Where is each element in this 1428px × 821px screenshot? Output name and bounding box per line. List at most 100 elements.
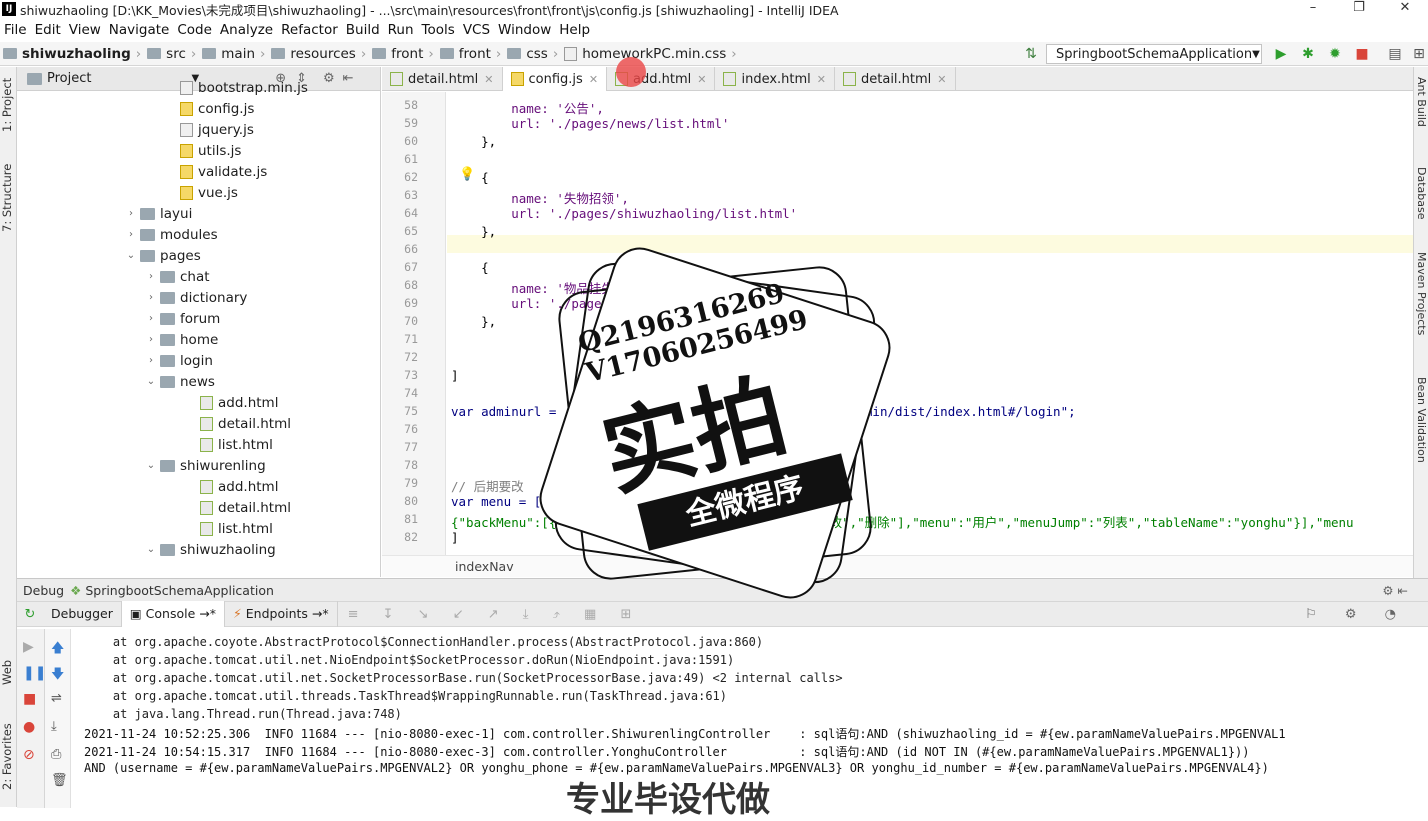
tree-item[interactable]: detail.html [182, 497, 291, 518]
sort-icon[interactable]: ⇅ [1022, 45, 1040, 63]
menu-file[interactable]: File [0, 22, 31, 38]
close-icon[interactable]: ✕ [937, 73, 946, 86]
scroll-end-icon[interactable]: ⤓ [51, 719, 57, 734]
expand-arrow-icon[interactable]: › [142, 292, 160, 303]
tab-detail-html-2[interactable]: detail.html ✕ [835, 67, 956, 91]
tab-endpoints[interactable]: ⚡ Endpoints →* [225, 601, 338, 627]
menu-window[interactable]: Window [494, 22, 555, 38]
tree-item[interactable]: › chat [142, 266, 210, 287]
breadcrumb-file[interactable]: homeworkPC.min.css › [561, 46, 739, 62]
menu-build[interactable]: Build [342, 22, 384, 38]
tree-item[interactable]: add.html [182, 476, 278, 497]
menu-code[interactable]: Code [173, 22, 216, 38]
run-config-select[interactable]: SpringbootSchemaApplication ▼ [1046, 44, 1262, 64]
menu-navigate[interactable]: Navigate [105, 22, 174, 38]
breadcrumb-project[interactable]: shiwuzhaoling › [0, 46, 144, 62]
tab-console[interactable]: ▣ Console →* [121, 601, 225, 627]
tree-item[interactable]: ⌄ shiwuzhaoling [142, 539, 276, 560]
gear-icon[interactable]: ⚙ ⇤ [1382, 583, 1408, 598]
tab-structure[interactable]: 7: Structure [0, 163, 17, 233]
rerun-icon[interactable]: ↻ [17, 607, 43, 622]
expand-arrow-icon[interactable]: › [142, 313, 160, 324]
tree-item[interactable]: ⌄ shiwurenling [142, 455, 266, 476]
tree-item[interactable]: validate.js [162, 161, 267, 182]
expand-arrow-icon[interactable]: › [142, 334, 160, 345]
tab-favorites[interactable]: 2: Favorites [0, 717, 17, 797]
tab-project[interactable]: 1: Project [0, 75, 17, 135]
tree-item[interactable]: add.html [182, 392, 278, 413]
menu-view[interactable]: View [65, 22, 105, 38]
maximize-icon[interactable]: ❐ [1336, 0, 1382, 16]
menu-tools[interactable]: Tools [418, 22, 459, 38]
expand-arrow-icon[interactable]: ⌄ [142, 376, 160, 387]
tab-bean-validation[interactable]: Bean Validation [1413, 377, 1428, 477]
breakpoints-icon[interactable]: ● [23, 719, 35, 735]
close-icon[interactable]: ✕ [484, 73, 493, 86]
menu-refactor[interactable]: Refactor [277, 22, 342, 38]
tree-item[interactable]: list.html [182, 518, 273, 539]
menu-edit[interactable]: Edit [31, 22, 65, 38]
lightbulb-icon[interactable]: 💡 [459, 167, 475, 182]
coverage-icon[interactable]: ✹ [1326, 45, 1344, 63]
tree-item[interactable]: bootstrap.min.js [162, 77, 308, 98]
tree-item[interactable]: › forum [142, 308, 220, 329]
tree-item[interactable]: config.js [162, 98, 254, 119]
tree-item[interactable]: › home [142, 329, 218, 350]
gear-icon[interactable]: ⚙ [323, 71, 335, 86]
down-arrow-icon[interactable]: 🡇 [51, 665, 64, 687]
hide-icon[interactable]: ⇤ [343, 71, 354, 86]
tab-debugger[interactable]: Debugger [43, 601, 122, 627]
menu-run[interactable]: Run [384, 22, 418, 38]
project-structure-icon[interactable]: ▤ [1386, 45, 1404, 63]
tree-item[interactable]: ⌄ news [142, 371, 215, 392]
tab-index-html[interactable]: index.html ✕ [715, 67, 835, 91]
up-arrow-icon[interactable]: 🡅 [51, 639, 64, 661]
tree-item[interactable]: › login [142, 350, 213, 371]
breadcrumb-main[interactable]: main › [199, 46, 268, 62]
wrap-icon[interactable]: ⇌ [51, 691, 62, 706]
close-icon[interactable]: ✕ [817, 73, 826, 86]
trash-icon[interactable]: 🗑 [51, 773, 68, 788]
search-everywhere-icon[interactable]: ⊞ [1410, 45, 1428, 63]
tree-item[interactable]: ⌄ pages [122, 245, 201, 266]
print-icon[interactable]: ⎙ [51, 747, 61, 762]
editor-breadcrumb[interactable]: indexNav [382, 555, 1413, 577]
minimize-icon[interactable]: – [1290, 0, 1336, 16]
tab-web[interactable]: Web [0, 657, 17, 687]
stop-icon[interactable]: ■ [23, 691, 36, 707]
tree-item[interactable]: › dictionary [142, 287, 247, 308]
menu-vcs[interactable]: VCS [459, 22, 494, 38]
mute-breakpoints-icon[interactable]: ⊘ [23, 747, 35, 763]
breadcrumb-src[interactable]: src › [144, 46, 199, 62]
tree-item[interactable]: › modules [122, 224, 218, 245]
toolbar-right-icons[interactable]: ⚐ ⚙ ◔ [1305, 607, 1408, 622]
expand-arrow-icon[interactable]: › [142, 355, 160, 366]
close-icon[interactable]: ✕ [1382, 0, 1428, 16]
tab-ant-build[interactable]: Ant Build [1413, 77, 1428, 147]
breadcrumb-front-2[interactable]: front › [437, 46, 505, 62]
expand-arrow-icon[interactable]: ⌄ [122, 250, 140, 261]
step-icons[interactable]: ≡ ↧ ↘ ↙ ↗ ⤓ ⤴ ▦ ⊞ [348, 607, 642, 622]
breadcrumb-front[interactable]: front › [369, 46, 437, 62]
breadcrumb-css[interactable]: css › [504, 46, 561, 62]
tree-item[interactable]: › layui [122, 203, 192, 224]
close-icon[interactable]: ✕ [697, 73, 706, 86]
debug-icon[interactable]: ✱ [1299, 45, 1317, 63]
tab-config-js[interactable]: config.js ✕ [502, 67, 608, 91]
expand-arrow-icon[interactable]: › [122, 208, 140, 219]
pause-icon[interactable]: ❚❚ [23, 665, 46, 681]
tree-item[interactable]: utils.js [162, 140, 241, 161]
tree-item[interactable]: vue.js [162, 182, 238, 203]
tree-item[interactable]: list.html [182, 434, 273, 455]
tree-item[interactable]: detail.html [182, 413, 291, 434]
menu-help[interactable]: Help [555, 22, 594, 38]
expand-arrow-icon[interactable]: › [122, 229, 140, 240]
menu-analyze[interactable]: Analyze [216, 22, 277, 38]
expand-arrow-icon[interactable]: › [142, 271, 160, 282]
run-icon[interactable]: ▶ [1272, 45, 1290, 63]
tab-maven-projects[interactable]: Maven Projects [1413, 252, 1428, 362]
tree-item[interactable]: jquery.js [162, 119, 254, 140]
tab-database[interactable]: Database [1413, 167, 1428, 237]
expand-arrow-icon[interactable]: ⌄ [142, 460, 160, 471]
tab-detail-html[interactable]: detail.html ✕ [382, 67, 503, 91]
